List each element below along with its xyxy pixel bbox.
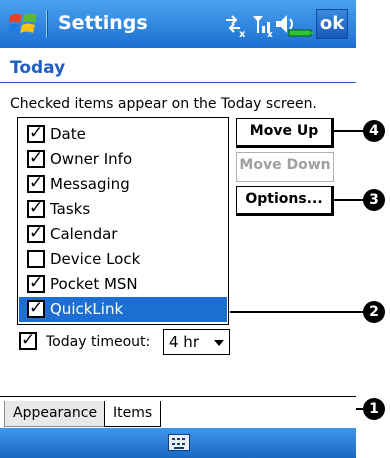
date-checkbox[interactable]: ✓: [27, 123, 45, 143]
chevron-down-icon: [214, 340, 224, 346]
ok-button[interactable]: ok: [316, 9, 348, 39]
list-item-date[interactable]: ✓ Date: [19, 122, 227, 147]
callout-1: 1: [363, 398, 385, 420]
item-label: Device Lock: [50, 250, 141, 268]
callout-line: [334, 130, 364, 132]
item-label: Owner Info: [50, 150, 133, 168]
connectivity-icon[interactable]: x: [222, 10, 248, 45]
svg-text:x: x: [267, 30, 273, 38]
callout-4: 4: [363, 120, 385, 142]
title-separator: [46, 10, 48, 38]
keyboard-icon[interactable]: [168, 434, 190, 451]
item-label: QuickLink: [50, 300, 124, 318]
list-item-device-lock[interactable]: Device Lock: [19, 247, 227, 272]
pocket-msn-checkbox[interactable]: ✓: [27, 273, 45, 293]
instruction-text: Checked items appear on the Today screen…: [10, 96, 317, 112]
start-menu-icon[interactable]: [8, 10, 38, 38]
item-label: Tasks: [50, 200, 91, 218]
item-label: Pocket MSN: [50, 275, 138, 293]
list-item-messaging[interactable]: ✓ Messaging: [19, 172, 227, 197]
list-item-pocket-msn[interactable]: ✓ Pocket MSN: [19, 272, 227, 297]
owner-info-checkbox[interactable]: ✓: [27, 148, 45, 168]
tab-items[interactable]: Items: [104, 401, 162, 427]
callout-2: 2: [363, 301, 385, 323]
move-down-button[interactable]: Move Down: [236, 152, 334, 182]
messaging-checkbox[interactable]: ✓: [27, 173, 45, 193]
options-button[interactable]: Options...: [236, 186, 334, 216]
title-bar: Settings x x ok: [0, 0, 356, 48]
page-title: Today: [10, 58, 66, 78]
item-label: Calendar: [50, 225, 118, 243]
timeout-value: 4 hr: [169, 333, 199, 351]
move-up-button[interactable]: Move Up: [236, 118, 334, 148]
list-item-owner-info[interactable]: ✓ Owner Info: [19, 147, 227, 172]
callout-3: 3: [363, 189, 385, 211]
quicklink-checkbox[interactable]: ✓: [27, 298, 45, 318]
list-item-quicklink[interactable]: ✓ QuickLink: [19, 297, 227, 322]
calendar-checkbox[interactable]: ✓: [27, 223, 45, 243]
tasks-checkbox[interactable]: ✓: [27, 198, 45, 218]
app-title: Settings: [58, 12, 148, 34]
today-items-list[interactable]: ✓ Date ✓ Owner Info ✓ Messaging ✓ Tasks …: [17, 117, 229, 325]
list-item-tasks[interactable]: ✓ Tasks: [19, 197, 227, 222]
svg-text:x: x: [239, 29, 246, 38]
device-lock-checkbox[interactable]: [27, 250, 45, 268]
tab-appearance[interactable]: Appearance: [4, 401, 107, 427]
battery-icon[interactable]: [287, 10, 315, 45]
list-item-calendar[interactable]: ✓ Calendar: [19, 222, 227, 247]
callout-line: [334, 199, 364, 201]
item-label: Messaging: [50, 175, 130, 193]
today-timeout-label: Today timeout:: [46, 334, 151, 350]
header-divider: [0, 82, 356, 83]
item-label: Date: [50, 125, 86, 143]
timeout-dropdown[interactable]: 4 hr: [163, 329, 230, 355]
today-timeout-checkbox[interactable]: ✓: [19, 330, 37, 350]
signal-icon[interactable]: x: [250, 10, 276, 45]
callout-line: [230, 311, 364, 313]
